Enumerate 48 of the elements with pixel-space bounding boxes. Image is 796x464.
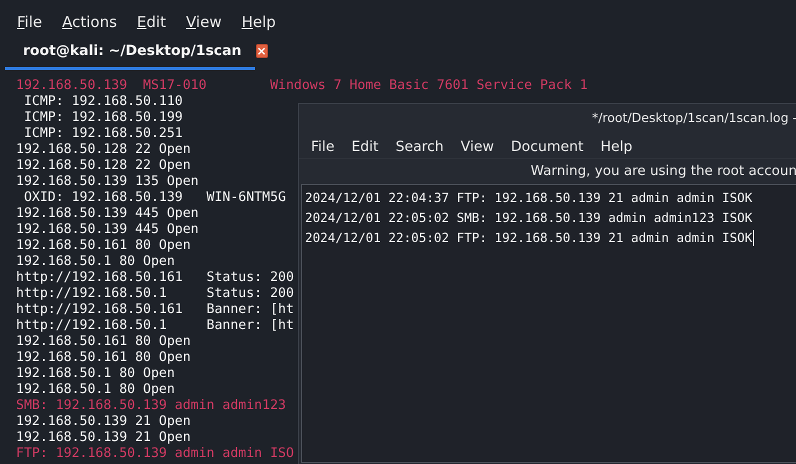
log-line: 2024/12/01 22:04:37 FTP: 192.168.50.139 21 admin admin ISOK — [305, 189, 752, 207]
log-line: 2024/12/01 22:05:02 FTP: 192.168.50.139 21 admin admin ISOK — [305, 229, 752, 247]
terminal-line: Banner: [ht — [206, 318, 294, 334]
terminal-line: ICMP: 192.168.50.110 — [22, 94, 183, 110]
terminal-line: http://192.168.50.1 — [16, 286, 168, 302]
terminal-line: 192.168.50.128 22 Open — [16, 142, 191, 158]
terminal-line: Windows 7 Home Basic 7601 Service Pack 1 — [270, 78, 588, 94]
menu-item[interactable]: View — [460, 136, 494, 158]
tab-title: root@kali: ~/Desktop/1scan — [23, 43, 242, 59]
terminal-line: 192.168.50.1 80 Open — [16, 382, 175, 398]
warning-text: Warning, you are using the root accoun — [530, 163, 796, 179]
terminal-line: 192.168.50.161 80 Open — [16, 238, 191, 254]
terminal-line: 192.168.50.139 445 Open — [16, 206, 199, 222]
text-area[interactable]: 2024/12/01 22:04:37 FTP: 192.168.50.139 21 admin admin ISOK 2024/12/01 22:05:02 SMB: 192.168.50.139 admin admin123 ISOK 2024/12/01 22:05:02 FTP: 192.168.50.139 21 admin admin ISOK — [301, 184, 796, 463]
terminal-line: Status: 200 — [206, 286, 294, 302]
terminal-line: 192.168.50.161 80 Open — [16, 334, 191, 350]
terminal-line: 192.168.50.139 21 Open — [16, 414, 191, 430]
terminal-line: 192.168.50.139 135 Open — [16, 174, 199, 190]
terminal-line: ICMP: 192.168.50.251 — [22, 126, 183, 142]
menu-item[interactable]: View — [186, 12, 222, 27]
terminal-line: 192.168.50.139 445 Open — [16, 222, 199, 238]
menu-item[interactable]: Edit — [136, 12, 166, 27]
menu-item[interactable]: File — [311, 136, 334, 158]
terminal-line: 192.168.50.128 22 Open — [16, 158, 191, 174]
menu-item[interactable]: Help — [600, 136, 632, 158]
terminal-line: SMB: 192.168.50.139 admin admin123 — [16, 398, 286, 414]
terminal-line: Banner: [ht — [206, 302, 294, 318]
terminal-line: FTP: 192.168.50.139 admin admin ISO — [16, 446, 294, 462]
log-line: 2024/12/01 22:05:02 SMB: 192.168.50.139 admin admin123 ISOK — [305, 209, 752, 227]
terminal-line: Status: 200 — [206, 270, 294, 286]
terminal-line: OXID: 192.168.50.139 — [22, 190, 184, 206]
terminal-line: 192.168.50.161 80 Open — [16, 350, 191, 366]
terminal-line: http://192.168.50.1 — [16, 318, 168, 334]
menu-item[interactable]: Document — [510, 136, 584, 158]
terminal-line: 192.168.50.139 MS17-010 — [16, 78, 208, 94]
window-title: */root/Desktop/1scan/1scan.log - — [592, 110, 796, 125]
terminal-line: ICMP: 192.168.50.199 — [22, 110, 183, 126]
menu-item[interactable]: Edit — [351, 136, 379, 158]
terminal-line: 192.168.50.139 21 Open — [16, 430, 191, 446]
terminal-line: 192.168.50.1 80 Open — [16, 366, 175, 382]
close-button[interactable]: × — [256, 44, 268, 58]
terminal-line: 192.168.50.1 80 Open — [16, 254, 175, 270]
terminal-line: http://192.168.50.161 — [16, 302, 184, 318]
menu-item[interactable]: Actions — [62, 12, 117, 27]
terminal-line: WIN-6NTM5G — [206, 190, 286, 206]
menu-item[interactable]: Search — [396, 136, 444, 158]
terminal-line: http://192.168.50.161 — [16, 270, 184, 286]
menu-item[interactable]: File — [17, 12, 42, 27]
